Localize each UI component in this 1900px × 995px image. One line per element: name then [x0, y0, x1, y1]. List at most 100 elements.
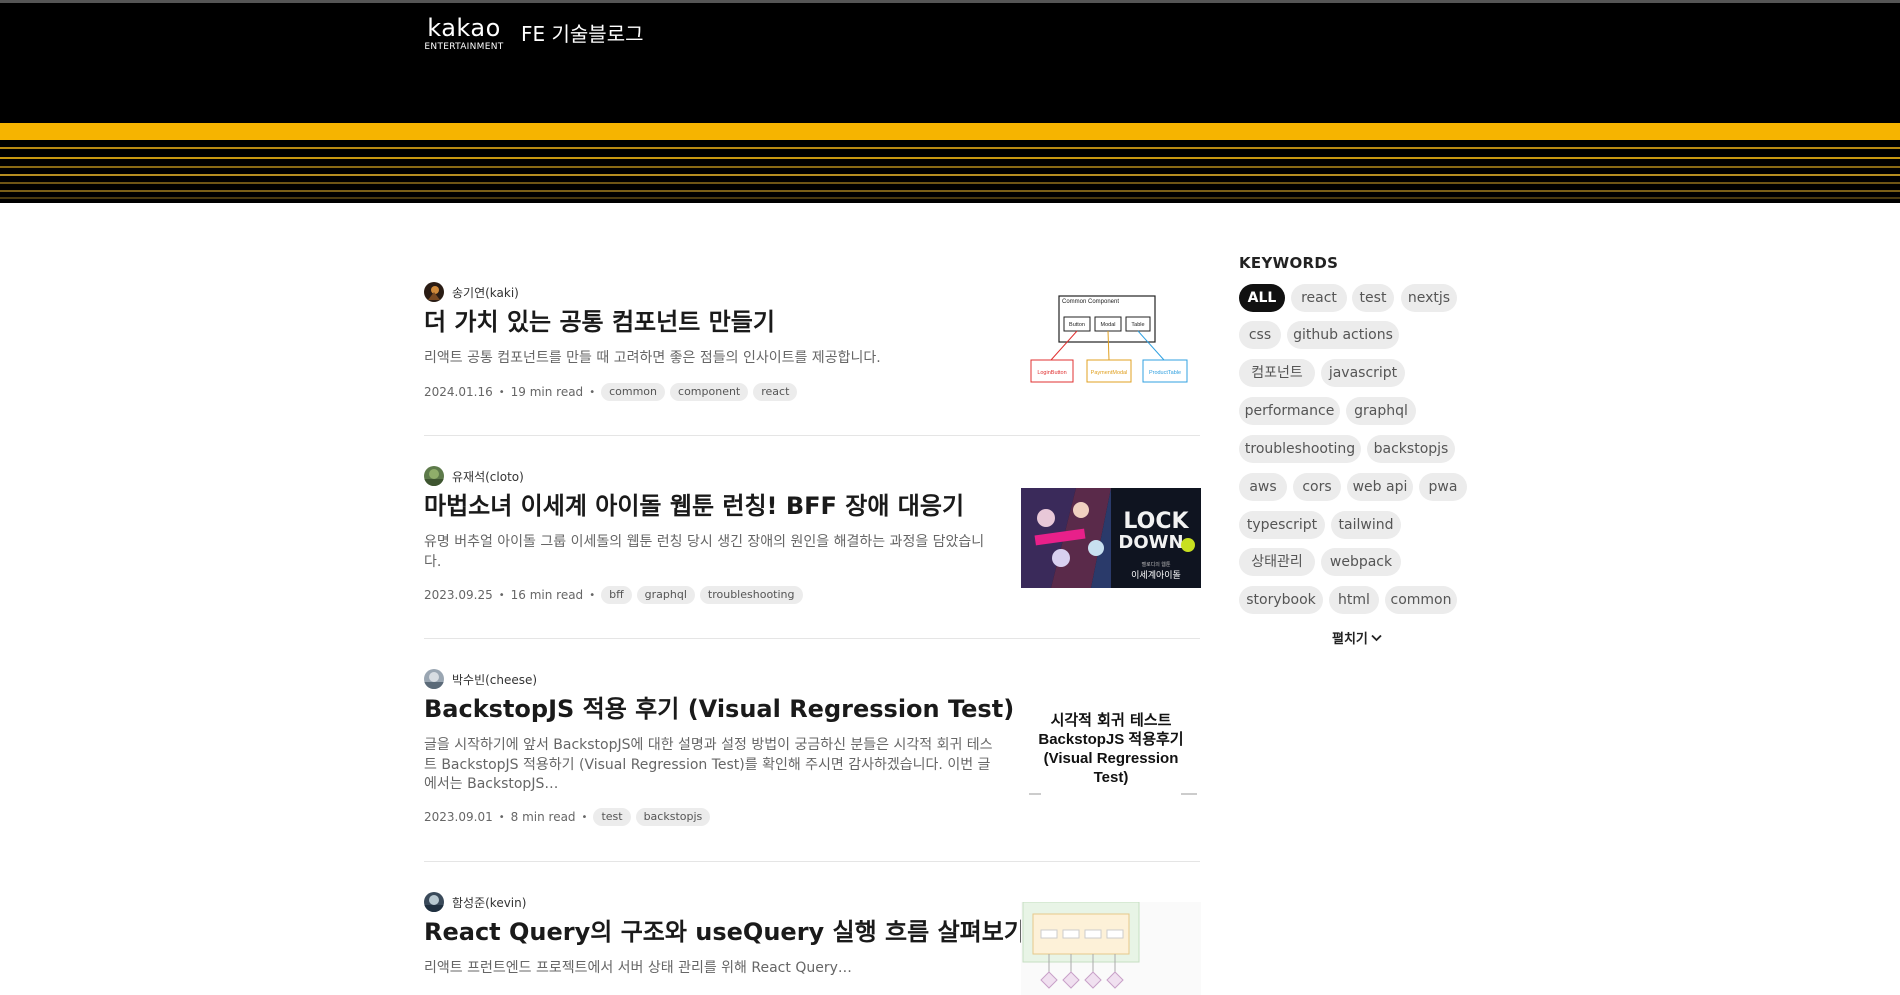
- post-tag[interactable]: test: [593, 808, 631, 826]
- keyword-chip[interactable]: performance: [1239, 397, 1340, 425]
- post-date: 2023.09.25: [424, 588, 493, 602]
- keyword-chip[interactable]: css: [1239, 321, 1281, 349]
- post-tag[interactable]: backstopjs: [635, 808, 711, 826]
- post-thumbnail[interactable]: [1021, 902, 1201, 995]
- header-stripe: [0, 123, 1900, 140]
- svg-text:Button: Button: [1069, 322, 1085, 328]
- post-card[interactable]: 박수빈(cheese) BackstopJS 적용 후기 (Visual Reg…: [424, 669, 1201, 864]
- keyword-chip[interactable]: tailwind: [1331, 511, 1401, 539]
- keyword-chip[interactable]: webpack: [1321, 548, 1401, 576]
- keyword-chip[interactable]: aws: [1239, 473, 1287, 501]
- svg-text:PaymentModal: PaymentModal: [1091, 370, 1128, 376]
- svg-text:LoginButton: LoginButton: [1037, 370, 1066, 376]
- thumb-small-caption: 멜로디의 웹툰: [1142, 561, 1171, 568]
- thumb-caption: 이세계아이돌: [1131, 569, 1181, 580]
- keyword-chip[interactable]: javascript: [1321, 359, 1405, 387]
- post-title[interactable]: BackstopJS 적용 후기 (Visual Regression Test…: [424, 693, 1014, 725]
- post-title[interactable]: React Query의 구조와 useQuery 실행 흐름 살펴보기: [424, 916, 1026, 948]
- keyword-chip[interactable]: react: [1291, 284, 1347, 312]
- post-tag[interactable]: common: [601, 383, 666, 401]
- chevron-down-icon: [1371, 634, 1382, 641]
- keyword-chip[interactable]: typescript: [1239, 511, 1325, 539]
- post-card[interactable]: 송기연(kaki) 더 가치 있는 공통 컴포넌트 만들기 리액트 공통 컴포넌…: [424, 282, 1200, 437]
- header-stripe: [0, 157, 1900, 159]
- logo-wordmark: kakao: [427, 14, 501, 42]
- logo-subtext: ENTERTAINMENT: [424, 42, 504, 52]
- post-read-time: 16 min read: [510, 588, 584, 602]
- author-avatar: [424, 892, 444, 912]
- blog-title[interactable]: FE 기술블로그: [521, 20, 644, 48]
- post-divider: [424, 638, 1200, 639]
- keyword-chip[interactable]: graphql: [1346, 397, 1416, 425]
- keyword-chip[interactable]: troubleshooting: [1239, 435, 1361, 463]
- author-name: 유재석(cloto): [452, 469, 524, 484]
- thumb-lock-text: LOCK: [1123, 509, 1189, 534]
- expand-keywords-button[interactable]: 펼치기: [1332, 628, 1382, 647]
- keywords-title: KEYWORDS: [1239, 254, 1339, 272]
- post-title[interactable]: 더 가치 있는 공통 컴포넌트 만들기: [424, 306, 775, 338]
- post-thumbnail[interactable]: Common Component Button Modal Table Logi…: [1021, 294, 1201, 394]
- post-meta: 2023.09.25 • 16 min read • bff graphql t…: [424, 585, 808, 605]
- meta-separator: •: [581, 811, 588, 823]
- header-stripe: [0, 166, 1900, 168]
- keyword-chip[interactable]: html: [1329, 586, 1379, 614]
- author-name: 박수빈(cheese): [452, 672, 538, 687]
- post-title[interactable]: 마법소녀 이세계 아이돌 웹툰 런칭! BFF 장애 대응기: [424, 490, 964, 522]
- post-meta: 2023.09.01 • 8 min read • test backstopj…: [424, 807, 715, 827]
- post-thumbnail[interactable]: LOCK DOWN 멜로디의 웹툰 이세계아이돌: [1021, 488, 1201, 588]
- post-tag[interactable]: graphql: [636, 586, 695, 604]
- post-thumbnail[interactable]: 시각적 회귀 테스트 BackstopJS 적용후기 (Visual Regre…: [1021, 703, 1201, 803]
- post-card[interactable]: 함성준(kevin) React Query의 구조와 useQuery 실행 …: [424, 892, 1201, 995]
- keyword-chip[interactable]: pwa: [1419, 473, 1467, 501]
- keyword-chip[interactable]: backstopjs: [1367, 435, 1455, 463]
- post-author[interactable]: 유재석(cloto): [424, 466, 524, 486]
- author-avatar: [424, 669, 444, 689]
- post-description[interactable]: 유명 버추얼 아이돌 그룹 이세돌의 웹툰 런칭 당시 생긴 장애의 원인을 해…: [424, 533, 994, 572]
- post-card[interactable]: 유재석(cloto) 마법소녀 이세계 아이돌 웹툰 런칭! BFF 장애 대응…: [424, 466, 1201, 641]
- post-author[interactable]: 함성준(kevin): [424, 892, 526, 912]
- keyword-chip[interactable]: 상태관리: [1239, 548, 1315, 576]
- svg-text:ProductTable: ProductTable: [1149, 370, 1181, 376]
- post-description[interactable]: 리액트 공통 컴포넌트를 만들 때 고려하면 좋은 점들의 인사이트를 제공합니…: [424, 349, 994, 369]
- keyword-chip[interactable]: cors: [1293, 473, 1341, 501]
- keyword-chip[interactable]: github actions: [1287, 321, 1399, 349]
- post-description[interactable]: 리액트 프런트엔드 프로젝트에서 서버 상태 관리를 위해 React Quer…: [424, 959, 994, 979]
- author-avatar: [424, 466, 444, 486]
- svg-text:BackstopJS 적용후기: BackstopJS 적용후기: [1038, 730, 1183, 748]
- post-divider: [424, 435, 1200, 436]
- keyword-chip[interactable]: storybook: [1239, 586, 1323, 614]
- meta-separator: •: [498, 811, 505, 823]
- svg-text:Modal: Modal: [1101, 322, 1116, 328]
- keyword-chip-all[interactable]: ALL: [1239, 284, 1285, 312]
- keyword-chip[interactable]: nextjs: [1401, 284, 1457, 312]
- keyword-chip[interactable]: test: [1352, 284, 1394, 312]
- keyword-chip[interactable]: web api: [1347, 473, 1413, 501]
- post-meta: 2024.01.16 • 19 min read • common compon…: [424, 382, 802, 402]
- meta-separator: •: [498, 589, 505, 601]
- kakao-entertainment-logo[interactable]: kakao ENTERTAINMENT: [423, 15, 505, 53]
- post-author[interactable]: 송기연(kaki): [424, 282, 519, 302]
- post-date: 2023.09.01: [424, 810, 493, 824]
- svg-text:(Visual Regression: (Visual Regression: [1044, 750, 1179, 767]
- post-description[interactable]: 글을 시작하기에 앞서 BackstopJS에 대한 설명과 설정 방법이 궁금…: [424, 736, 994, 795]
- post-tag[interactable]: component: [670, 383, 749, 401]
- header-stripe: [0, 190, 1900, 192]
- header-stripe: [0, 147, 1900, 149]
- meta-separator: •: [498, 386, 505, 398]
- post-date: 2024.01.16: [424, 385, 493, 399]
- post-tag[interactable]: bff: [601, 586, 632, 604]
- post-read-time: 8 min read: [510, 810, 576, 824]
- post-tag[interactable]: troubleshooting: [699, 586, 803, 604]
- thumb-top-label: Common Component: [1062, 299, 1119, 305]
- keyword-chip[interactable]: 컴포넌트: [1239, 359, 1315, 387]
- post-tag[interactable]: react: [753, 383, 798, 401]
- site-header: kakao ENTERTAINMENT FE 기술블로그: [0, 0, 1900, 203]
- header-top-line: [0, 0, 1900, 3]
- svg-text:Table: Table: [1131, 322, 1144, 328]
- author-name: 송기연(kaki): [452, 285, 519, 300]
- post-author[interactable]: 박수빈(cheese): [424, 669, 537, 689]
- thumb-down-text: DOWN: [1118, 532, 1183, 553]
- author-avatar: [424, 282, 444, 302]
- header-stripe: [0, 174, 1900, 176]
- keyword-chip[interactable]: common: [1385, 586, 1457, 614]
